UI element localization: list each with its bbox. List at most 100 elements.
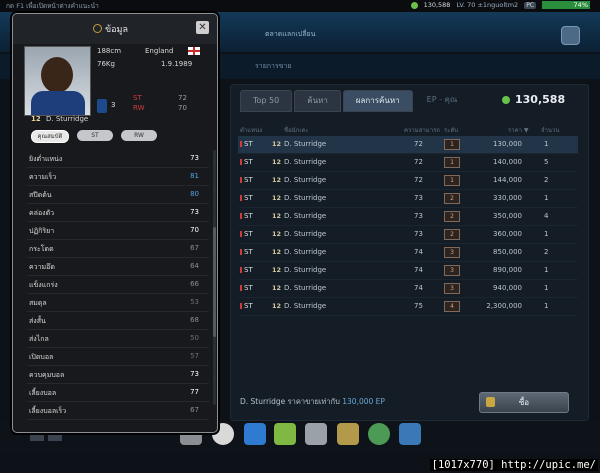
- price-cell: 850,000: [493, 248, 522, 256]
- club-icon[interactable]: [368, 423, 390, 445]
- stat-value: 77: [190, 388, 199, 396]
- tab-st[interactable]: ST: [77, 130, 113, 141]
- qty-cell: 1: [544, 194, 549, 202]
- player-weight: 76Kg: [97, 60, 115, 68]
- price-cell: 130,000: [493, 140, 522, 148]
- col-name[interactable]: ชื่อนักเตะ: [284, 125, 309, 135]
- tab-search[interactable]: ค้นหา: [294, 90, 341, 112]
- close-icon[interactable]: ✕: [196, 21, 209, 34]
- trophy-icon[interactable]: [337, 423, 359, 445]
- stat-value: 50: [190, 334, 199, 342]
- table-row[interactable]: ST 12 D. Sturridge 74 3 850,000 2: [238, 244, 578, 262]
- search-icon: [93, 24, 102, 33]
- table-row[interactable]: ST 12 D. Sturridge 74 3 940,000 1: [238, 280, 578, 298]
- name-cell: D. Sturridge: [284, 302, 327, 310]
- stat-row: ส่งไกล 50: [27, 330, 209, 348]
- player-number: 12: [31, 115, 41, 123]
- stat-row: ส่งสั้น 68: [27, 312, 209, 330]
- name-cell: D. Sturridge: [284, 194, 327, 202]
- col-qty[interactable]: จำนวน: [541, 125, 559, 135]
- qty-cell: 5: [544, 158, 549, 166]
- table-row[interactable]: ST 12 D. Sturridge 75 4 2,300,000 1: [238, 298, 578, 316]
- tab-rw[interactable]: RW: [121, 130, 157, 141]
- table-row[interactable]: ST 12 D. Sturridge 72 1 140,000 5: [238, 154, 578, 172]
- progress-bar: 74%: [542, 1, 590, 9]
- number-cell: 12: [272, 212, 282, 220]
- triangle-icon[interactable]: [274, 423, 296, 445]
- tab-top50[interactable]: Top 50: [240, 90, 293, 112]
- tab-search-results[interactable]: ผลการค้นหา: [342, 90, 413, 112]
- stat-row: ยิงต่ำแหน่ง 73: [27, 150, 209, 168]
- stat-label: ควบคุมบอล: [29, 371, 65, 379]
- popup-header: ข้อมูล ✕: [13, 14, 217, 44]
- price-cell: 330,000: [493, 194, 522, 202]
- buy-label: ซื้อ: [518, 398, 530, 407]
- price-note-value: 130,000 EP: [342, 397, 385, 406]
- stat-label: ความอึด: [29, 263, 55, 271]
- table-row[interactable]: ST 12 D. Sturridge 72 1 130,000 1: [238, 136, 578, 154]
- stat-row: สปีดต้น 80: [27, 186, 209, 204]
- price-cell: 350,000: [493, 212, 522, 220]
- top-status-bar: กด F1 เพื่อเปิดหน้าต่างคำแนะนำ 130,588 L…: [0, 0, 600, 12]
- stat-value: 67: [190, 244, 199, 252]
- col-grade[interactable]: ระดับ: [444, 125, 458, 135]
- stat-label: ปฏิกิริยา: [29, 227, 55, 235]
- stat-label: เลี้ยงบอล: [29, 389, 57, 397]
- name-cell: D. Sturridge: [284, 248, 327, 256]
- stat-value: 67: [190, 406, 199, 414]
- pc-badge: PC: [524, 1, 536, 9]
- table-row[interactable]: ST 12 D. Sturridge 73 2 350,000 4: [238, 208, 578, 226]
- qty-cell: 1: [544, 266, 549, 274]
- stats-list: ยิงต่ำแหน่ง 73 ความเร็ว 81 สปีดต้น 80 คล่องตัว…: [27, 150, 209, 420]
- card-level-badge: [97, 99, 107, 113]
- stat-value: 53: [190, 298, 199, 306]
- boot-icon[interactable]: [244, 423, 266, 445]
- qty-cell: 1: [544, 230, 549, 238]
- grade-badge: 4: [444, 301, 460, 312]
- col-position[interactable]: ตำแหน่ง: [240, 125, 262, 135]
- number-cell: 12: [272, 176, 282, 184]
- qty-cell: 1: [544, 302, 549, 310]
- pos-2-ovr: 70: [178, 104, 187, 112]
- position-cell: ST: [240, 140, 253, 148]
- player-dob: 1.9.1989: [161, 60, 193, 68]
- table-header: ตำแหน่ง ชื่อนักเตะ ความสามารถ ระดับ ราคา…: [238, 123, 578, 135]
- popup-title: ข้อมูล: [105, 25, 129, 35]
- stat-row: สมดุล 53: [27, 294, 209, 312]
- help-hint: กด F1 เพื่อเปิดหน้าต่างคำแนะนำ: [6, 2, 99, 10]
- stat-row: ควบคุมบอล 73: [27, 366, 209, 384]
- tab-attributes[interactable]: คุณสมบัติ: [31, 130, 69, 143]
- table-row[interactable]: ST 12 D. Sturridge 73 2 330,000 1: [238, 190, 578, 208]
- stat-value: 73: [190, 208, 199, 216]
- ep-total: 130,588: [515, 93, 566, 106]
- stat-label: สปีดต้น: [29, 191, 52, 199]
- listing-table: ST 12 D. Sturridge 72 1 130,000 1 ST 12 D. Sturri…: [238, 136, 578, 316]
- table-row[interactable]: ST 12 D. Sturridge 73 2 360,000 1: [238, 226, 578, 244]
- position-cell: ST: [240, 176, 253, 184]
- stat-row: ปฏิกิริยา 70: [27, 222, 209, 240]
- grade-badge: 3: [444, 265, 460, 276]
- stat-label: เปิดบอล: [29, 353, 54, 361]
- number-cell: 12: [272, 140, 282, 148]
- stat-row: เปิดบอล 57: [27, 348, 209, 366]
- stat-value: 66: [190, 280, 199, 288]
- bag-icon: [486, 397, 495, 407]
- buy-button[interactable]: ซื้อ: [479, 392, 569, 413]
- scrollbar-thumb[interactable]: [213, 227, 216, 337]
- col-ability[interactable]: ความสามารถ: [404, 125, 440, 135]
- price-note-text: D. Sturridge ราคาขายเท่ากับ: [240, 397, 340, 406]
- cart-icon[interactable]: [399, 423, 421, 445]
- price-cell: 360,000: [493, 230, 522, 238]
- table-row[interactable]: ST 12 D. Sturridge 72 1 144,000 2: [238, 172, 578, 190]
- stat-value: 73: [190, 154, 199, 162]
- home-button[interactable]: [561, 26, 580, 45]
- stat-label: เลี้ยงบอลเร็ว: [29, 407, 67, 415]
- stat-label: ส่งไกล: [29, 335, 49, 343]
- table-row[interactable]: ST 12 D. Sturridge 74 3 890,000 1: [238, 262, 578, 280]
- pos-2: RW: [133, 104, 145, 112]
- stat-row: เลี้ยงบอล 77: [27, 384, 209, 402]
- player-name-text: D. Sturridge: [45, 115, 89, 123]
- col-price[interactable]: ราคา ▼: [508, 125, 529, 135]
- card-icon[interactable]: [305, 423, 327, 445]
- sale-list-link[interactable]: รายการขาย: [255, 61, 292, 72]
